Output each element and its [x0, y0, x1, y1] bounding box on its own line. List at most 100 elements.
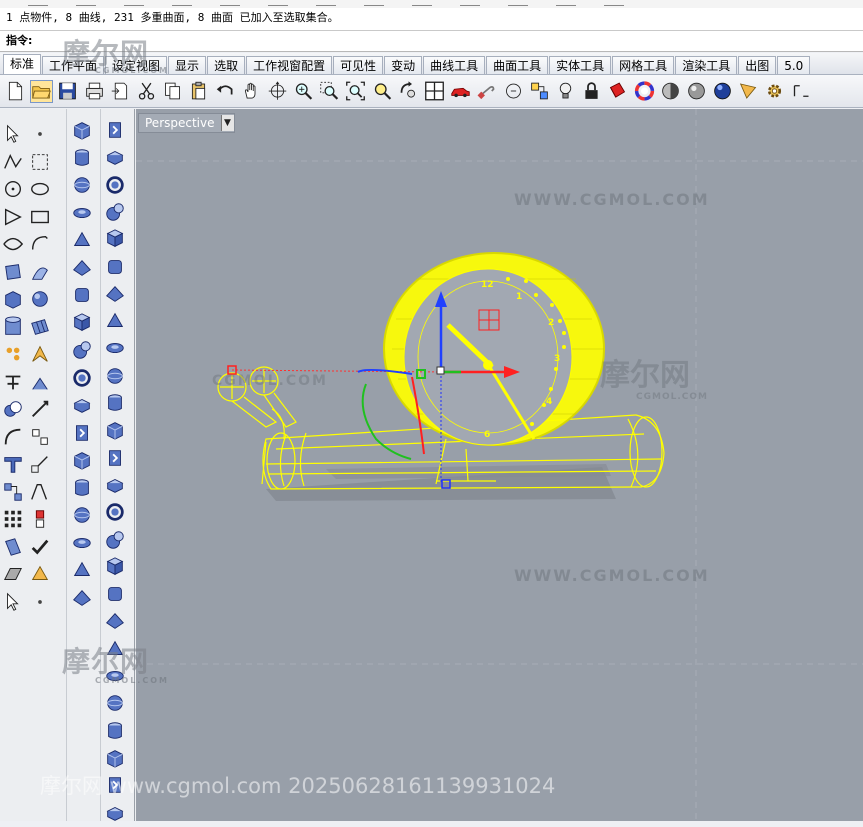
solid-tool-14[interactable] [71, 504, 95, 528]
main-tool-30[interactable] [2, 536, 26, 560]
tab-0[interactable]: 标准 [3, 54, 42, 74]
lightbulb-button[interactable] [554, 80, 577, 103]
solid-tool-8[interactable] [71, 339, 95, 363]
surface-tool-9[interactable] [104, 365, 128, 389]
main-tool-7[interactable] [29, 206, 53, 230]
zoom-window-button[interactable] [318, 80, 341, 103]
main-tool-6[interactable] [2, 206, 26, 230]
lock-button[interactable] [580, 80, 603, 103]
main-tool-11[interactable] [29, 261, 53, 285]
surface-tool-7[interactable] [104, 310, 128, 334]
tab-14[interactable]: 5.0 [777, 56, 811, 74]
pan-hand-button[interactable] [240, 80, 263, 103]
surface-tool-22[interactable] [104, 720, 128, 744]
circle-tool-button[interactable] [502, 80, 525, 103]
main-tool-9[interactable] [29, 233, 53, 257]
solid-tool-15[interactable] [71, 532, 95, 556]
solid-tool-5[interactable] [71, 257, 95, 281]
surface-tool-0[interactable] [104, 119, 128, 143]
solid-tool-6[interactable] [71, 284, 95, 308]
main-tool-3[interactable] [29, 151, 53, 175]
surface-tool-12[interactable] [104, 447, 128, 471]
car-button[interactable] [449, 80, 472, 103]
open-file-button[interactable] [30, 79, 54, 103]
solid-tool-16[interactable] [71, 559, 95, 583]
solid-tool-13[interactable] [71, 477, 95, 501]
main-tool-35[interactable] [29, 591, 53, 615]
main-tool-5[interactable] [29, 178, 53, 202]
main-tool-21[interactable] [29, 398, 53, 422]
tab-10[interactable]: 实体工具 [549, 56, 612, 74]
clock-wireframe[interactable]: 12 1 2 3 4 6 [383, 252, 605, 446]
main-tool-31[interactable] [29, 536, 53, 560]
solid-tool-2[interactable] [71, 174, 95, 198]
solid-tool-12[interactable] [71, 449, 95, 473]
main-tool-34[interactable] [2, 591, 26, 615]
solid-tool-4[interactable] [71, 229, 95, 253]
main-tool-12[interactable] [2, 288, 26, 312]
main-tool-23[interactable] [29, 426, 53, 450]
surface-tool-4[interactable] [104, 228, 128, 252]
surface-tool-23[interactable] [104, 747, 128, 771]
blue-sphere-button[interactable] [711, 80, 734, 103]
tab-9[interactable]: 曲面工具 [486, 56, 549, 74]
surface-tool-21[interactable] [104, 692, 128, 716]
undo-button[interactable] [214, 80, 237, 103]
surface-tool-3[interactable] [104, 201, 128, 225]
viewport-tab[interactable]: Perspective ▼ [138, 113, 235, 133]
color-wheel-button[interactable] [633, 80, 656, 103]
arrow-options-button[interactable] [737, 80, 760, 103]
main-tool-24[interactable] [2, 453, 26, 477]
viewport-menu-dropdown[interactable]: ▼ [220, 115, 234, 131]
gear-button[interactable] [763, 80, 786, 103]
main-tool-4[interactable] [2, 178, 26, 202]
tab-8[interactable]: 曲线工具 [423, 56, 486, 74]
main-tool-2[interactable] [2, 151, 26, 175]
surface-tool-5[interactable] [104, 256, 128, 280]
rotate-camera-button[interactable] [397, 80, 420, 103]
main-tool-26[interactable] [2, 481, 26, 505]
main-tool-1[interactable] [29, 123, 53, 147]
main-tool-18[interactable] [2, 371, 26, 395]
main-tool-16[interactable] [2, 343, 26, 367]
tab-7[interactable]: 变动 [384, 56, 423, 74]
solid-tool-10[interactable] [71, 394, 95, 418]
solid-tool-1[interactable] [71, 147, 95, 171]
main-tool-20[interactable] [2, 398, 26, 422]
tab-6[interactable]: 可见性 [333, 56, 384, 74]
paint-bucket-button[interactable] [606, 80, 629, 103]
solid-tool-11[interactable] [71, 422, 95, 446]
solid-tool-9[interactable] [71, 367, 95, 391]
copy-button[interactable] [161, 80, 184, 103]
main-tool-10[interactable] [2, 261, 26, 285]
solid-tool-0[interactable] [71, 119, 95, 143]
main-tool-28[interactable] [2, 508, 26, 532]
surface-tool-8[interactable] [104, 337, 128, 361]
main-tool-14[interactable] [2, 315, 26, 340]
wrench-button[interactable] [475, 80, 498, 103]
main-tool-15[interactable] [29, 316, 53, 340]
cut-button[interactable] [135, 80, 158, 103]
main-tool-0[interactable] [2, 123, 26, 147]
surface-tool-16[interactable] [104, 556, 128, 580]
main-tool-32[interactable] [2, 563, 26, 587]
surface-tool-14[interactable] [104, 501, 128, 525]
new-file-button[interactable] [4, 80, 27, 103]
zoom-dynamic-button[interactable] [292, 80, 315, 103]
main-tool-8[interactable] [2, 233, 26, 257]
surface-tool-6[interactable] [104, 283, 128, 307]
surface-tool-13[interactable] [104, 474, 128, 498]
main-tool-17[interactable] [29, 343, 53, 367]
four-viewports-button[interactable] [423, 80, 446, 103]
surface-tool-18[interactable] [104, 610, 128, 634]
main-tool-29[interactable] [29, 508, 53, 532]
tab-3[interactable]: 显示 [168, 56, 207, 74]
shade-sphere-button[interactable] [659, 80, 682, 103]
surface-tool-15[interactable] [104, 529, 128, 553]
render-sphere-button[interactable] [685, 80, 708, 103]
tab-12[interactable]: 渲染工具 [675, 56, 738, 74]
rotate-view-button[interactable] [266, 80, 289, 103]
surface-tool-11[interactable] [104, 419, 128, 443]
main-tool-22[interactable] [2, 426, 26, 450]
properties-button[interactable] [528, 80, 551, 103]
